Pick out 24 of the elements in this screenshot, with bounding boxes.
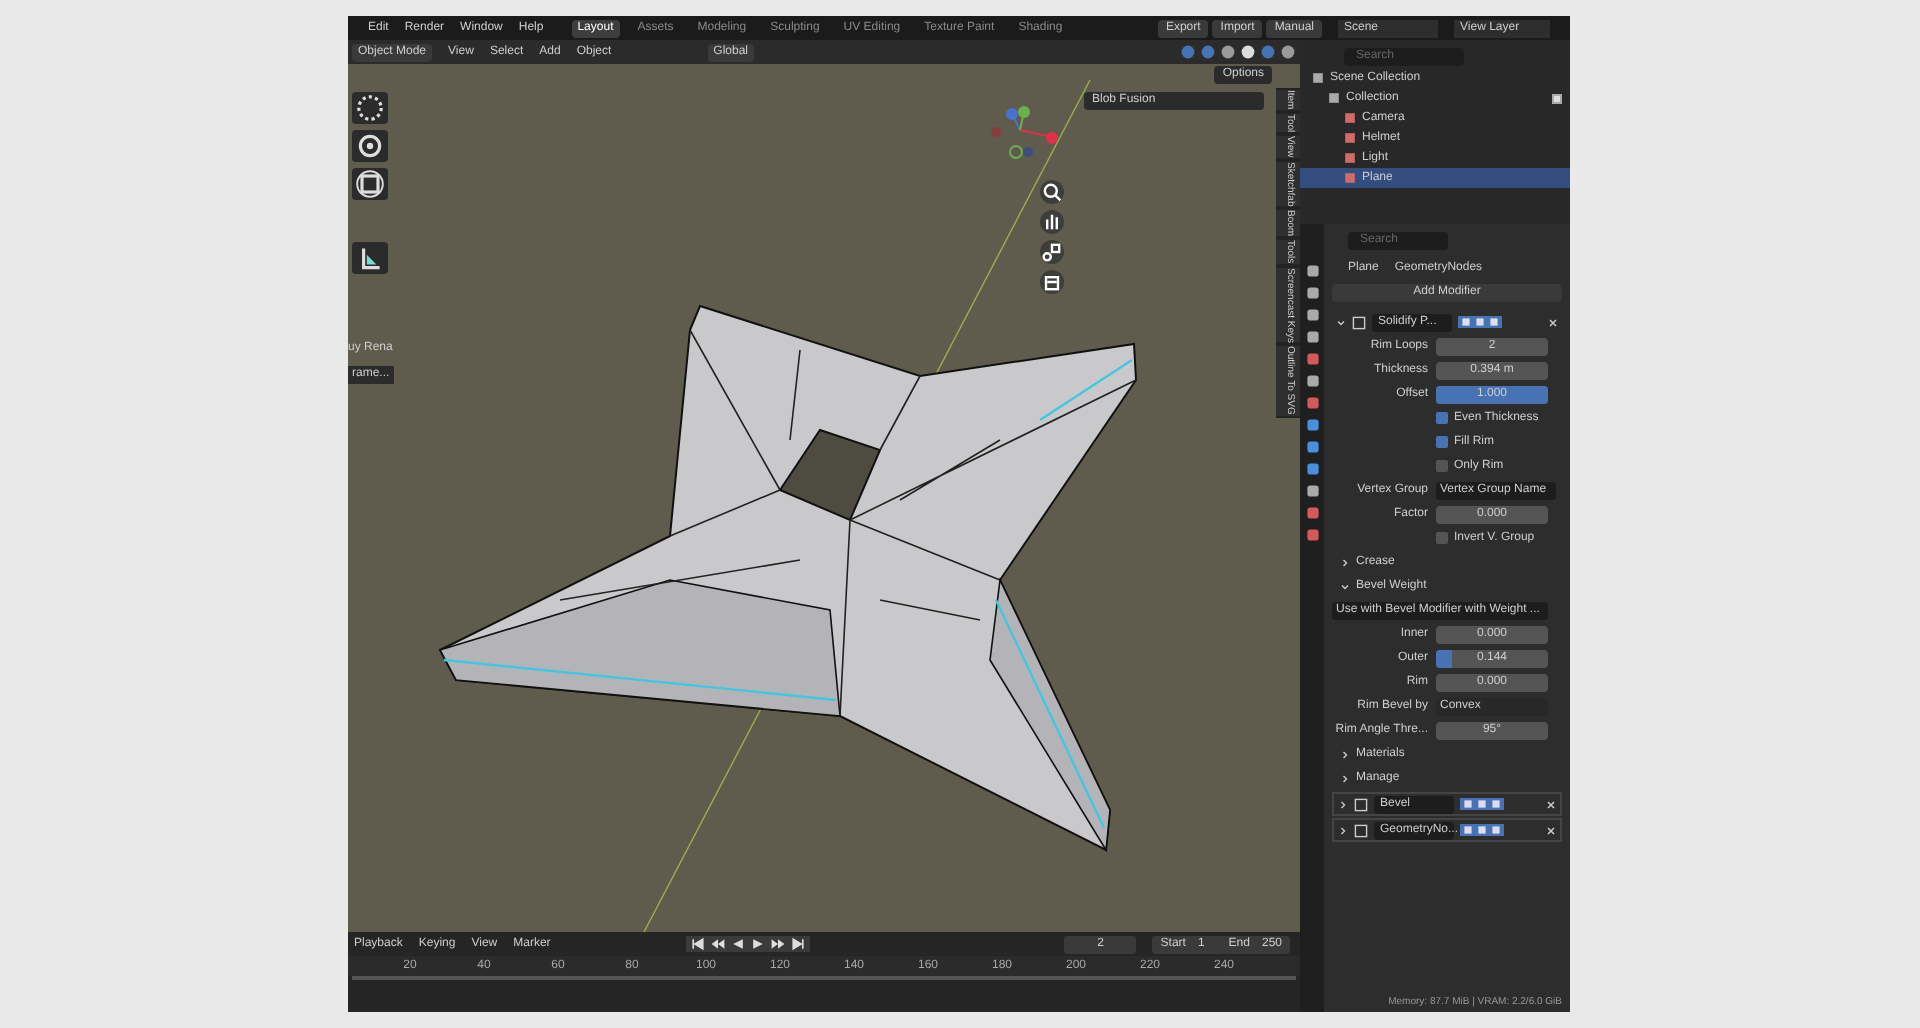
modifier-icon[interactable] [1352,315,1366,329]
caret-icon[interactable] [1336,317,1346,327]
jump-start-icon[interactable] [690,936,707,952]
checkbox[interactable] [1436,532,1448,544]
caret-icon[interactable] [1340,749,1350,759]
caret-icon[interactable] [1340,773,1350,783]
tool-icon[interactable] [352,130,388,162]
tool-icon[interactable] [352,168,388,200]
play-icon[interactable] [750,936,767,952]
play-reverse-icon[interactable] [730,936,747,952]
next-key-icon[interactable] [770,936,787,952]
caret-icon[interactable] [1340,557,1350,567]
previous-key-icon[interactable] [710,936,727,952]
checkbox[interactable] [1436,460,1448,472]
checkbox[interactable] [1436,436,1448,448]
measure-tool-icon[interactable] [352,242,388,274]
visibility-checkbox[interactable] [1552,93,1562,103]
jump-end-icon[interactable] [790,936,807,952]
grid-icon[interactable] [1040,270,1064,294]
tool-icon[interactable] [352,92,388,124]
zoom-icon[interactable] [1040,180,1064,204]
close-icon[interactable] [1548,317,1558,327]
checkbox[interactable] [1436,412,1448,424]
caret-icon[interactable] [1340,581,1350,591]
